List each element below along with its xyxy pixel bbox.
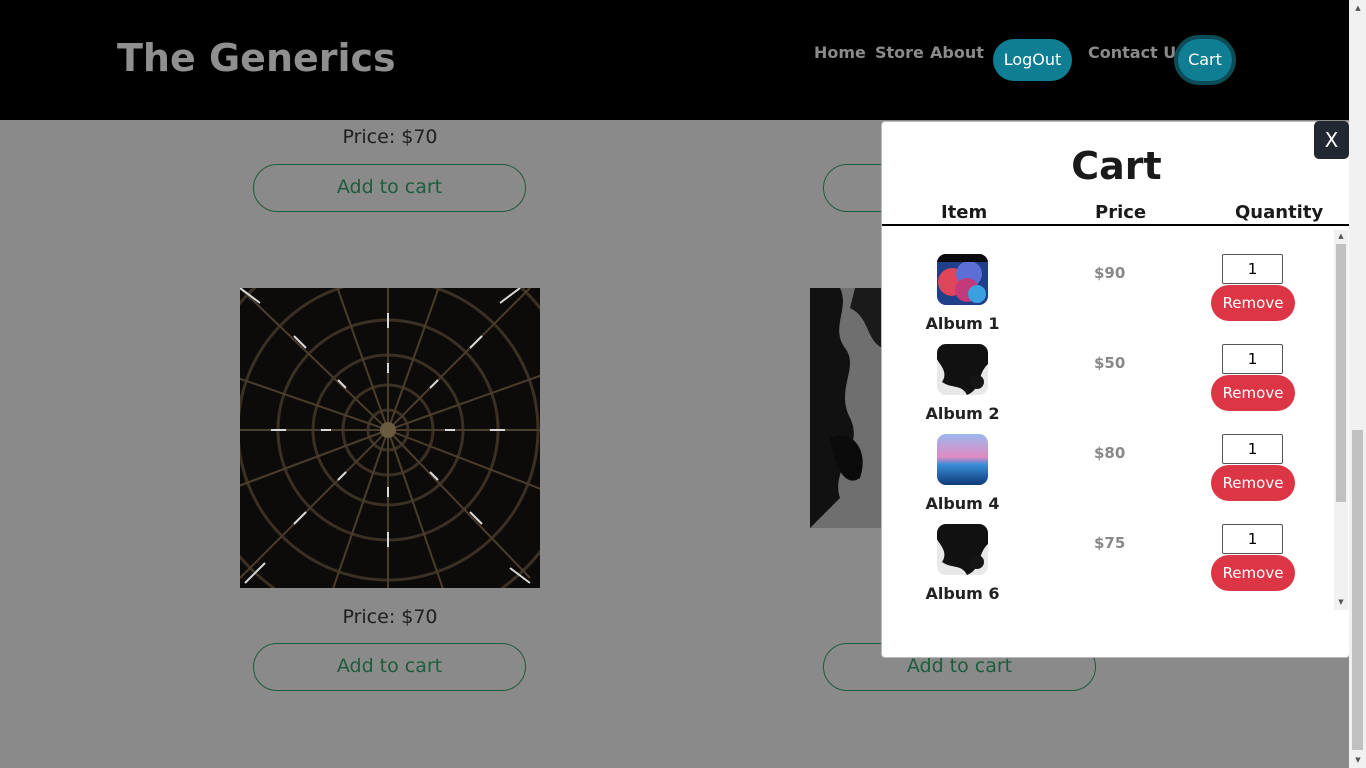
album-image[interactable] [810,288,882,528]
item-name: Album 6 [925,584,1000,603]
header-divider [882,224,1349,226]
album-thumbnail [937,254,988,305]
column-header-price: Price [1095,202,1147,223]
price-label: Price: $70 [342,126,438,148]
item-name: Album 4 [925,494,1000,513]
album-thumbnail [937,434,988,485]
scroll-down-icon[interactable]: ▼ [1334,596,1348,608]
cart-title: Cart [1071,144,1162,188]
cart-row: Album 2 $50 Remove [882,334,1333,424]
column-header-item: Item [941,202,988,223]
cart-row: Album 4 $80 Remove [882,424,1333,514]
nav-about-link[interactable]: About [930,43,984,62]
remove-button[interactable]: Remove [1211,555,1295,591]
cart-row: Album 6 $75 Remove [882,514,1333,604]
album-thumbnail [937,344,988,395]
cart-row [882,604,1333,610]
column-header-quantity: Quantity [1235,202,1324,223]
page-scrollbar[interactable]: ▲ ▼ [1349,0,1366,768]
remove-button[interactable]: Remove [1211,465,1295,501]
cart-modal: Cart Item Price Quantity Album 1 $90 Rem… [881,121,1350,658]
quantity-input[interactable] [1222,434,1283,464]
scroll-down-icon[interactable]: ▼ [1351,754,1365,766]
remove-button[interactable]: Remove [1211,375,1295,411]
cart-row: Album 1 $90 Remove [882,244,1333,334]
item-price: $90 [1094,264,1126,282]
price-label: Price: $70 [342,606,438,628]
site-header: The Generics Home Store About LogOut Con… [0,0,1349,120]
quantity-input[interactable] [1222,344,1283,374]
scroll-up-icon[interactable]: ▲ [1351,2,1365,14]
scroll-up-icon[interactable]: ▲ [1334,230,1348,242]
item-price: $75 [1094,534,1126,552]
quantity-input[interactable] [1222,254,1283,284]
cart-button[interactable]: Cart [1178,39,1232,81]
cart-scrollbar-thumb[interactable] [1336,244,1346,502]
nav-contact-link[interactable]: Contact Us [1088,43,1186,62]
quantity-input[interactable] [1222,524,1283,554]
close-cart-button[interactable]: X [1314,121,1349,159]
cart-scrollbar[interactable]: ▲ ▼ [1334,230,1348,610]
cart-items-list[interactable]: Album 1 $90 Remove Album 2 $50 Remove [882,230,1333,610]
nav-store-link[interactable]: Store [875,43,924,62]
page-scrollbar-thumb[interactable] [1352,430,1363,750]
brand-title: The Generics [117,36,396,80]
add-to-cart-button[interactable]: Add to cart [253,164,526,212]
item-name: Album 1 [925,314,1000,333]
album-image[interactable] [240,288,540,588]
add-to-cart-button[interactable]: Add to cart [253,643,526,691]
item-price: $50 [1094,354,1126,372]
remove-button[interactable]: Remove [1211,285,1295,321]
logout-button[interactable]: LogOut [993,39,1072,81]
item-name: Album 2 [925,404,1000,423]
album-thumbnail [937,524,988,575]
item-price: $80 [1094,444,1126,462]
nav-home-link[interactable]: Home [814,43,866,62]
